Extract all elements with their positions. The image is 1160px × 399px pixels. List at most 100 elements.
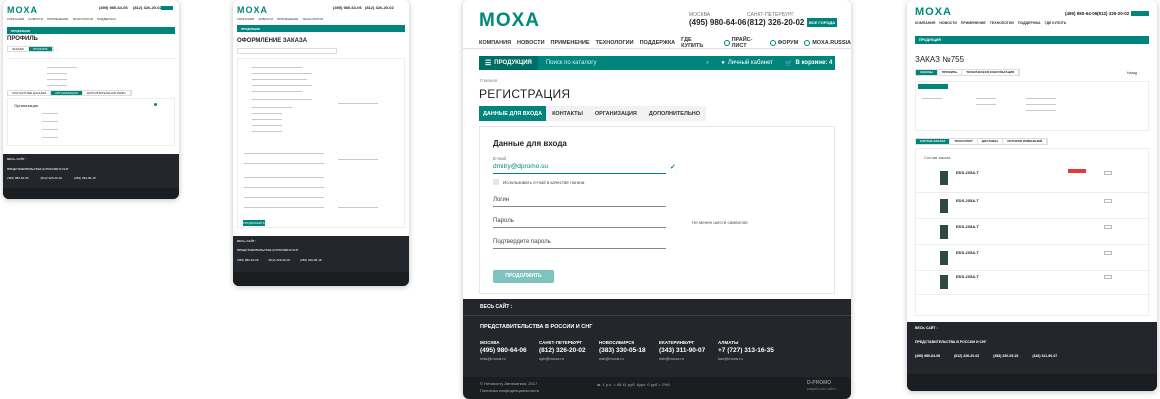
moxa-logo[interactable]: MOXA [915,6,952,18]
subtab-composition[interactable]: СОСТАВ ЗАКАЗА [916,139,951,144]
nav-item-support[interactable]: ПОДДЕРЖКА [640,40,676,46]
office-phone[interactable]: (383) 330-05-18 [993,354,1018,358]
nav-item[interactable]: НОВОСТИ [28,17,43,21]
nav-item[interactable]: НОВОСТИ [939,21,957,25]
footer-all-site[interactable]: ВЕСЬ САЙТ : [7,157,26,161]
header-phone-2[interactable]: (812) 326-20-02 [747,18,804,27]
office-phone[interactable]: (812) 326-20-02 [954,354,979,358]
subtab-delivery[interactable]: ДОСТАВКА [978,139,1004,144]
header-phone-2[interactable]: (812) 326-20-02 [1097,11,1129,16]
tab-orders[interactable]: ЗАКАЗЫ [916,70,938,75]
nav-moxa-russia[interactable]: MOXA.RUSSIA [804,40,851,46]
moxa-logo[interactable]: MOXA [237,5,268,15]
all-cities-button[interactable] [1131,11,1149,16]
privacy-link[interactable]: Политика конфиденциальности [480,388,539,393]
nav-item[interactable]: ТЕХНОЛОГИИ [72,17,93,21]
product-name[interactable]: EDS-205A-T [956,250,979,255]
quantity-stepper[interactable] [1104,275,1112,279]
tab-login-data[interactable]: ДАННЫЕ ДЛЯ ВХОДА [479,106,547,121]
product-image[interactable] [940,275,948,289]
subtab-history[interactable]: ИСТОРИЯ ИЗМЕНЕНИЙ [1003,139,1047,144]
product-name[interactable]: EDS-205A-T [956,198,979,203]
tab-additional[interactable]: ДОПОЛНИТЕЛЬНО [642,106,707,121]
office-phone[interactable]: (495) 980-64-06 [237,258,259,262]
nav-item[interactable]: КОМПАНИЯ [237,17,254,21]
nav-item-applications[interactable]: ПРИМЕНЕНИЕ [551,40,590,46]
product-name[interactable]: EDS-205A-T [956,274,979,279]
office-phone[interactable]: (383) 330-05-18 [74,176,96,180]
product-image[interactable] [940,171,948,185]
search-icon[interactable]: ⌕ [706,60,709,67]
nav-item[interactable]: КОМПАНИЯ [915,21,935,25]
footer-all-site[interactable]: ВЕСЬ САЙТ : [915,326,938,330]
subtab-additional[interactable]: ДОПОЛНИТЕЛЬНАЯ ИНФО [83,91,131,95]
nav-item[interactable]: ПОДДЕРЖКА [1018,21,1041,25]
breadcrumb[interactable]: Главная [480,78,497,83]
tab-tech-consult[interactable]: ТЕХНИЧЕСКАЯ КОНСУЛЬТАЦИЯ [962,70,1020,75]
subtab-contacts[interactable]: КОНТАКТНЫЕ ДАННЫЕ [8,91,52,95]
office-phone[interactable]: (812) 326-20-02 [41,176,63,180]
products-button[interactable]: ☰ ПРОДУКЦИЯ [479,56,538,70]
confirm-password-input[interactable] [493,248,666,249]
quantity-stepper[interactable] [1104,225,1112,229]
email-input[interactable]: dmitry@dpromo.su [493,163,548,170]
products-button[interactable]: ПРОДУКЦИЯ [919,38,941,42]
nav-forum[interactable]: ФОРУМ [769,40,798,46]
all-cities-button[interactable] [161,6,173,10]
tab-orders[interactable]: ЗАКАЗЫ [8,47,29,51]
nav-item[interactable]: ТЕХНОЛОГИИ [990,21,1014,25]
header-phone-1[interactable]: (495) 980-64-06 [1065,11,1097,16]
moxa-logo[interactable]: MOXA [479,10,540,32]
search-input[interactable]: Поиск по каталогу [546,60,706,66]
subtab-organization[interactable]: ОРГАНИЗАЦИЯ [51,91,83,95]
office-phone[interactable]: +7 (727) 313-16-35 [718,347,774,354]
office-phone[interactable]: (383) 330-05-18 [599,347,646,354]
product-name[interactable]: EDS-205A-T [956,170,979,175]
quantity-stepper[interactable] [1104,199,1112,203]
cabinet-link[interactable]: ● Личный кабинет [721,60,773,66]
nav-item[interactable]: ТЕХНОЛОГИИ [302,17,323,21]
nav-item-company[interactable]: КОМПАНИЯ [479,40,511,46]
tab-contacts[interactable]: КОНТАКТЫ [546,106,589,121]
moxa-logo[interactable]: MOXA [7,5,38,15]
product-image[interactable] [940,251,948,265]
checkout-submit-button[interactable]: ПРОДОЛЖИТЬ [243,220,265,226]
product-image[interactable] [940,225,948,239]
dev-logo[interactable]: D-PROMO [807,380,831,386]
quantity-stepper[interactable] [1104,171,1112,175]
nav-item-news[interactable]: НОВОСТИ [517,40,545,46]
office-email[interactable]: nsk@moxa.ru [599,356,646,361]
password-input[interactable] [493,227,666,228]
use-email-checkbox[interactable]: Использовать e-mail в качестве логина [493,179,584,185]
continue-button[interactable]: ПРОДОЛЖИТЬ [493,270,554,283]
nav-item[interactable]: ПРИМЕНЕНИЕ [961,21,986,25]
header-phone-1[interactable]: (495) 980-64-06 [689,18,746,27]
tab-organization[interactable]: ОРГАНИЗАЦИЯ [588,106,643,121]
tab-profile[interactable]: ПРОФИЛЬ [29,47,53,51]
office-phone[interactable]: (343) 311-90-07 [659,347,705,354]
nav-item[interactable]: КОМПАНИЯ [7,17,24,21]
footer-all-site[interactable]: ВЕСЬ САЙТ : [480,304,512,310]
products-button[interactable]: ПРОДУКЦИЯ [241,27,260,31]
office-phone[interactable]: (495) 980-64-06 [480,347,527,354]
office-email[interactable]: kaz@moxa.ru [718,356,774,361]
office-email[interactable]: msk@moxa.ru [480,356,527,361]
checkout-steps[interactable] [237,48,337,54]
tab-profile[interactable]: ПРОФИЛЬ [938,70,963,75]
office-phone[interactable]: (383) 330-05-18 [300,258,322,262]
office-email[interactable]: ekb@moxa.ru [659,356,705,361]
nav-item-technologies[interactable]: ТЕХНОЛОГИИ [596,40,634,46]
login-input[interactable] [493,206,666,207]
back-link[interactable]: Назад [1127,71,1137,75]
subtab-transport[interactable]: ТРАНСПОРТ [950,139,978,144]
office-phone[interactable]: (343) 311-90-07 [1032,354,1057,358]
nav-item[interactable]: ПОДДЕРЖКА [97,17,116,21]
nav-item[interactable]: ПРИМЕНЕНИЕ [47,17,68,21]
office-email[interactable]: spb@moxa.ru [539,356,586,361]
all-cities-button[interactable]: ВСЕ ГОРОДА [807,18,838,27]
products-button[interactable]: ПРОДУКЦИЯ [11,29,30,33]
office-phone[interactable]: (495) 980-64-06 [915,354,940,358]
quantity-stepper[interactable] [1104,251,1112,255]
product-name[interactable]: EDS-205A-T [956,224,979,229]
cart-link[interactable]: 🛒 В корзине: 4 [785,60,832,67]
